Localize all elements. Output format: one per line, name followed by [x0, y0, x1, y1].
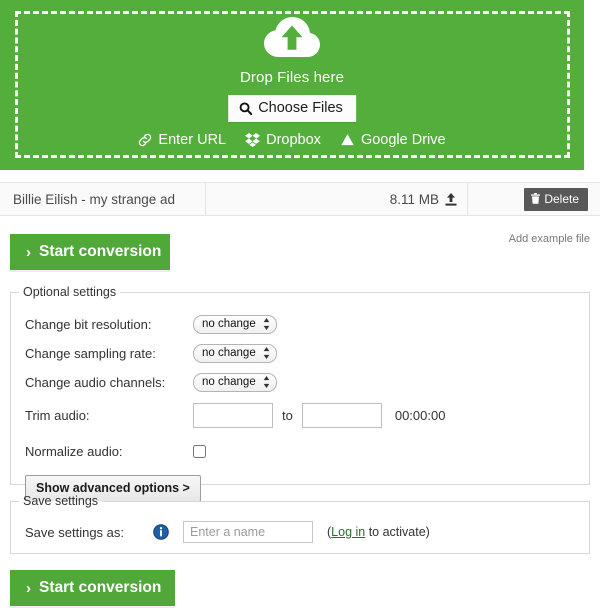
google-drive-link[interactable]: Google Drive	[340, 132, 446, 148]
enter-url-link[interactable]: Enter URL	[138, 132, 226, 148]
log-in-link[interactable]: Log in	[331, 525, 365, 539]
sampling-rate-label: Change sampling rate:	[25, 346, 193, 361]
chevron-right-icon: ›	[26, 581, 31, 596]
dropbox-icon	[245, 133, 260, 147]
save-settings-name-input[interactable]	[183, 521, 313, 543]
audio-channels-label: Change audio channels:	[25, 375, 193, 390]
start-conversion-button-bottom[interactable]: › Start conversion	[10, 570, 175, 606]
optional-settings-fieldset: Optional settings Change bit resolution:…	[10, 285, 590, 485]
file-actions-cell: Delete	[468, 183, 600, 215]
choose-files-label: Choose Files	[258, 100, 343, 116]
bit-resolution-select[interactable]: no change	[193, 315, 277, 334]
setting-row-normalize-audio: Normalize audio:	[25, 441, 589, 461]
add-example-file-link[interactable]: Add example file	[509, 233, 590, 245]
sampling-rate-select[interactable]: no change	[193, 344, 277, 363]
file-name-cell[interactable]: Billie Eilish - my strange ad	[0, 183, 206, 215]
chevron-right-icon: ›	[26, 245, 31, 260]
save-settings-fieldset: Save settings Save settings as: (Log in …	[10, 494, 590, 554]
login-note: (Log in to activate)	[327, 525, 430, 539]
cloud-upload-icon-wrap	[0, 17, 584, 59]
trim-separator-label: to	[282, 408, 293, 423]
dropbox-link[interactable]: Dropbox	[245, 132, 321, 148]
delete-button[interactable]: Delete	[524, 188, 588, 211]
search-icon	[239, 102, 252, 115]
optional-settings-body: Change bit resolution: no change Change …	[11, 299, 589, 502]
trash-icon	[531, 193, 540, 204]
save-settings-as-label: Save settings as:	[25, 525, 153, 540]
file-row: Billie Eilish - my strange ad 8.11 MB De…	[0, 182, 600, 216]
optional-settings-legend: Optional settings	[19, 285, 120, 299]
audio-channels-select[interactable]: no change	[193, 373, 277, 392]
setting-row-bit-resolution: Change bit resolution: no change	[25, 314, 589, 334]
bit-resolution-select-wrap: no change	[193, 314, 277, 334]
choose-files-button[interactable]: Choose Files	[228, 95, 356, 122]
trim-end-input[interactable]	[302, 403, 382, 428]
login-note-rest: to activate)	[365, 525, 430, 539]
enter-url-label: Enter URL	[158, 132, 226, 148]
page-root: Drop Files here Choose Files Enter URL	[0, 0, 600, 613]
upload-icon	[445, 193, 457, 206]
file-name: Billie Eilish - my strange ad	[13, 192, 175, 207]
normalize-audio-checkbox[interactable]	[193, 445, 206, 458]
drop-files-label: Drop Files here	[0, 69, 584, 86]
file-size-cell: 8.11 MB	[206, 183, 468, 215]
setting-row-trim-audio: Trim audio: to 00:00:00	[25, 401, 589, 429]
trim-audio-label: Trim audio:	[25, 408, 193, 423]
save-settings-legend: Save settings	[19, 494, 102, 508]
cloud-upload-icon	[264, 17, 320, 59]
google-drive-label: Google Drive	[361, 132, 446, 148]
save-settings-body: Save settings as: (Log in to activate)	[11, 508, 589, 543]
link-icon	[138, 133, 152, 147]
delete-label: Delete	[544, 192, 579, 206]
start-conversion-label: Start conversion	[39, 243, 161, 261]
file-dropzone[interactable]: Drop Files here Choose Files Enter URL	[0, 0, 584, 170]
bit-resolution-label: Change bit resolution:	[25, 317, 193, 332]
service-links: Enter URL Dropbox Google Drive	[0, 132, 584, 148]
google-drive-icon	[340, 133, 355, 147]
sampling-rate-select-wrap: no change	[193, 343, 277, 363]
dropbox-label: Dropbox	[266, 132, 321, 148]
file-size: 8.11 MB	[390, 192, 439, 207]
info-icon[interactable]	[153, 524, 169, 540]
trim-duration-display: 00:00:00	[395, 408, 446, 423]
setting-row-sampling-rate: Change sampling rate: no change	[25, 343, 589, 363]
setting-row-audio-channels: Change audio channels: no change	[25, 372, 589, 392]
audio-channels-select-wrap: no change	[193, 372, 277, 392]
start-conversion-label: Start conversion	[39, 579, 161, 597]
normalize-audio-label: Normalize audio:	[25, 444, 193, 459]
start-conversion-button-top[interactable]: › Start conversion	[10, 234, 170, 270]
trim-start-input[interactable]	[193, 403, 273, 428]
